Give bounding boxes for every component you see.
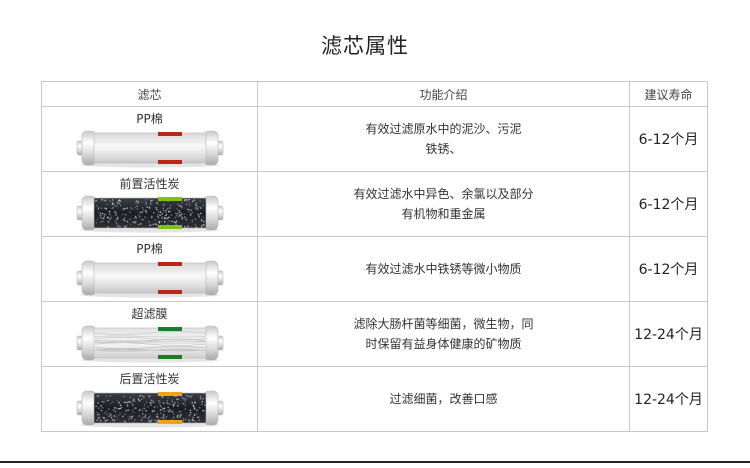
filter-cell: 前置活性炭 xyxy=(41,171,258,237)
filter-name: 超滤膜 xyxy=(131,306,168,321)
table-row: 超滤膜 滤除大肠杆菌等细菌，微生物，同 时保留有益身体健康的矿物质 12-24个月 xyxy=(41,301,708,367)
filter-cartridge-image xyxy=(76,130,223,167)
header-filter: 滤芯 xyxy=(41,81,258,107)
lifespan-cell: 6-12个月 xyxy=(629,106,708,172)
table-row: 后置活性炭过滤细菌，改善口感 12-24个月 xyxy=(41,366,708,432)
function-cell: 滤除大肠杆菌等细菌，微生物，同 时保留有益身体健康的矿物质 xyxy=(257,301,630,367)
function-text-line: 滤除大肠杆菌等细菌，微生物，同 xyxy=(353,317,534,331)
function-text-line: 时保留有益身体健康的矿物质 xyxy=(365,337,522,351)
lifespan-cell: 6-12个月 xyxy=(629,171,708,237)
function-cell: 有效过滤原水中的泥沙、污泥 铁锈、 xyxy=(257,106,630,172)
filter-attributes-table: 滤芯 功能介绍 建议寿命 PP棉 有效过滤原水中的泥沙、污泥 铁锈、 6-12个月 前置… xyxy=(41,81,708,432)
table-row: 前置活性炭 有效过滤水中异色、余氯以及部分 有机物和重金属 6-12个月 xyxy=(41,171,708,237)
table-header-row: 滤芯 功能介绍 建议寿命 xyxy=(41,81,708,107)
filter-cartridge-image xyxy=(76,325,223,362)
function-cell: 过滤细菌，改善口感 xyxy=(257,366,630,432)
filter-cell: 超滤膜 xyxy=(41,301,258,367)
header-lifespan: 建议寿命 xyxy=(629,81,708,107)
filter-cartridge-image xyxy=(76,195,223,232)
function-text-line: 有效过滤原水中的泥沙、污泥 xyxy=(365,122,522,136)
filter-name: PP棉 xyxy=(136,241,163,256)
lifespan-cell: 12-24个月 xyxy=(629,301,708,367)
filter-name: PP棉 xyxy=(136,111,163,126)
function-text-line: 有效过滤水中异色、余氯以及部分 xyxy=(353,187,534,201)
function-cell: 有效过滤水中铁锈等微小物质 xyxy=(257,236,630,302)
filter-name: 后置活性炭 xyxy=(119,371,180,386)
function-text-line: 有机物和重金属 xyxy=(401,207,486,221)
filter-cartridge-image xyxy=(76,390,223,427)
table-row: PP棉 有效过滤原水中的泥沙、污泥 铁锈、 6-12个月 xyxy=(41,106,708,172)
filter-cell: PP棉 xyxy=(41,236,258,302)
header-function: 功能介绍 xyxy=(257,81,630,107)
filter-cell: 后置活性炭 xyxy=(41,366,258,432)
filter-name: 前置活性炭 xyxy=(119,176,180,191)
lifespan-cell: 6-12个月 xyxy=(629,236,708,302)
filter-cell: PP棉 xyxy=(41,106,258,172)
function-cell: 有效过滤水中异色、余氯以及部分 有机物和重金属 xyxy=(257,171,630,237)
lifespan-cell: 12-24个月 xyxy=(629,366,708,432)
table-row: PP棉有效过滤水中铁锈等微小物质 6-12个月 xyxy=(41,236,708,302)
filter-cartridge-image xyxy=(76,260,223,297)
function-text-line: 过滤细菌，改善口感 xyxy=(389,392,498,406)
footer-divider xyxy=(0,461,750,463)
page-title: 滤芯属性 xyxy=(321,34,409,58)
function-text-line: 有效过滤水中铁锈等微小物质 xyxy=(365,262,522,276)
function-text-line: 铁锈、 xyxy=(425,142,462,156)
